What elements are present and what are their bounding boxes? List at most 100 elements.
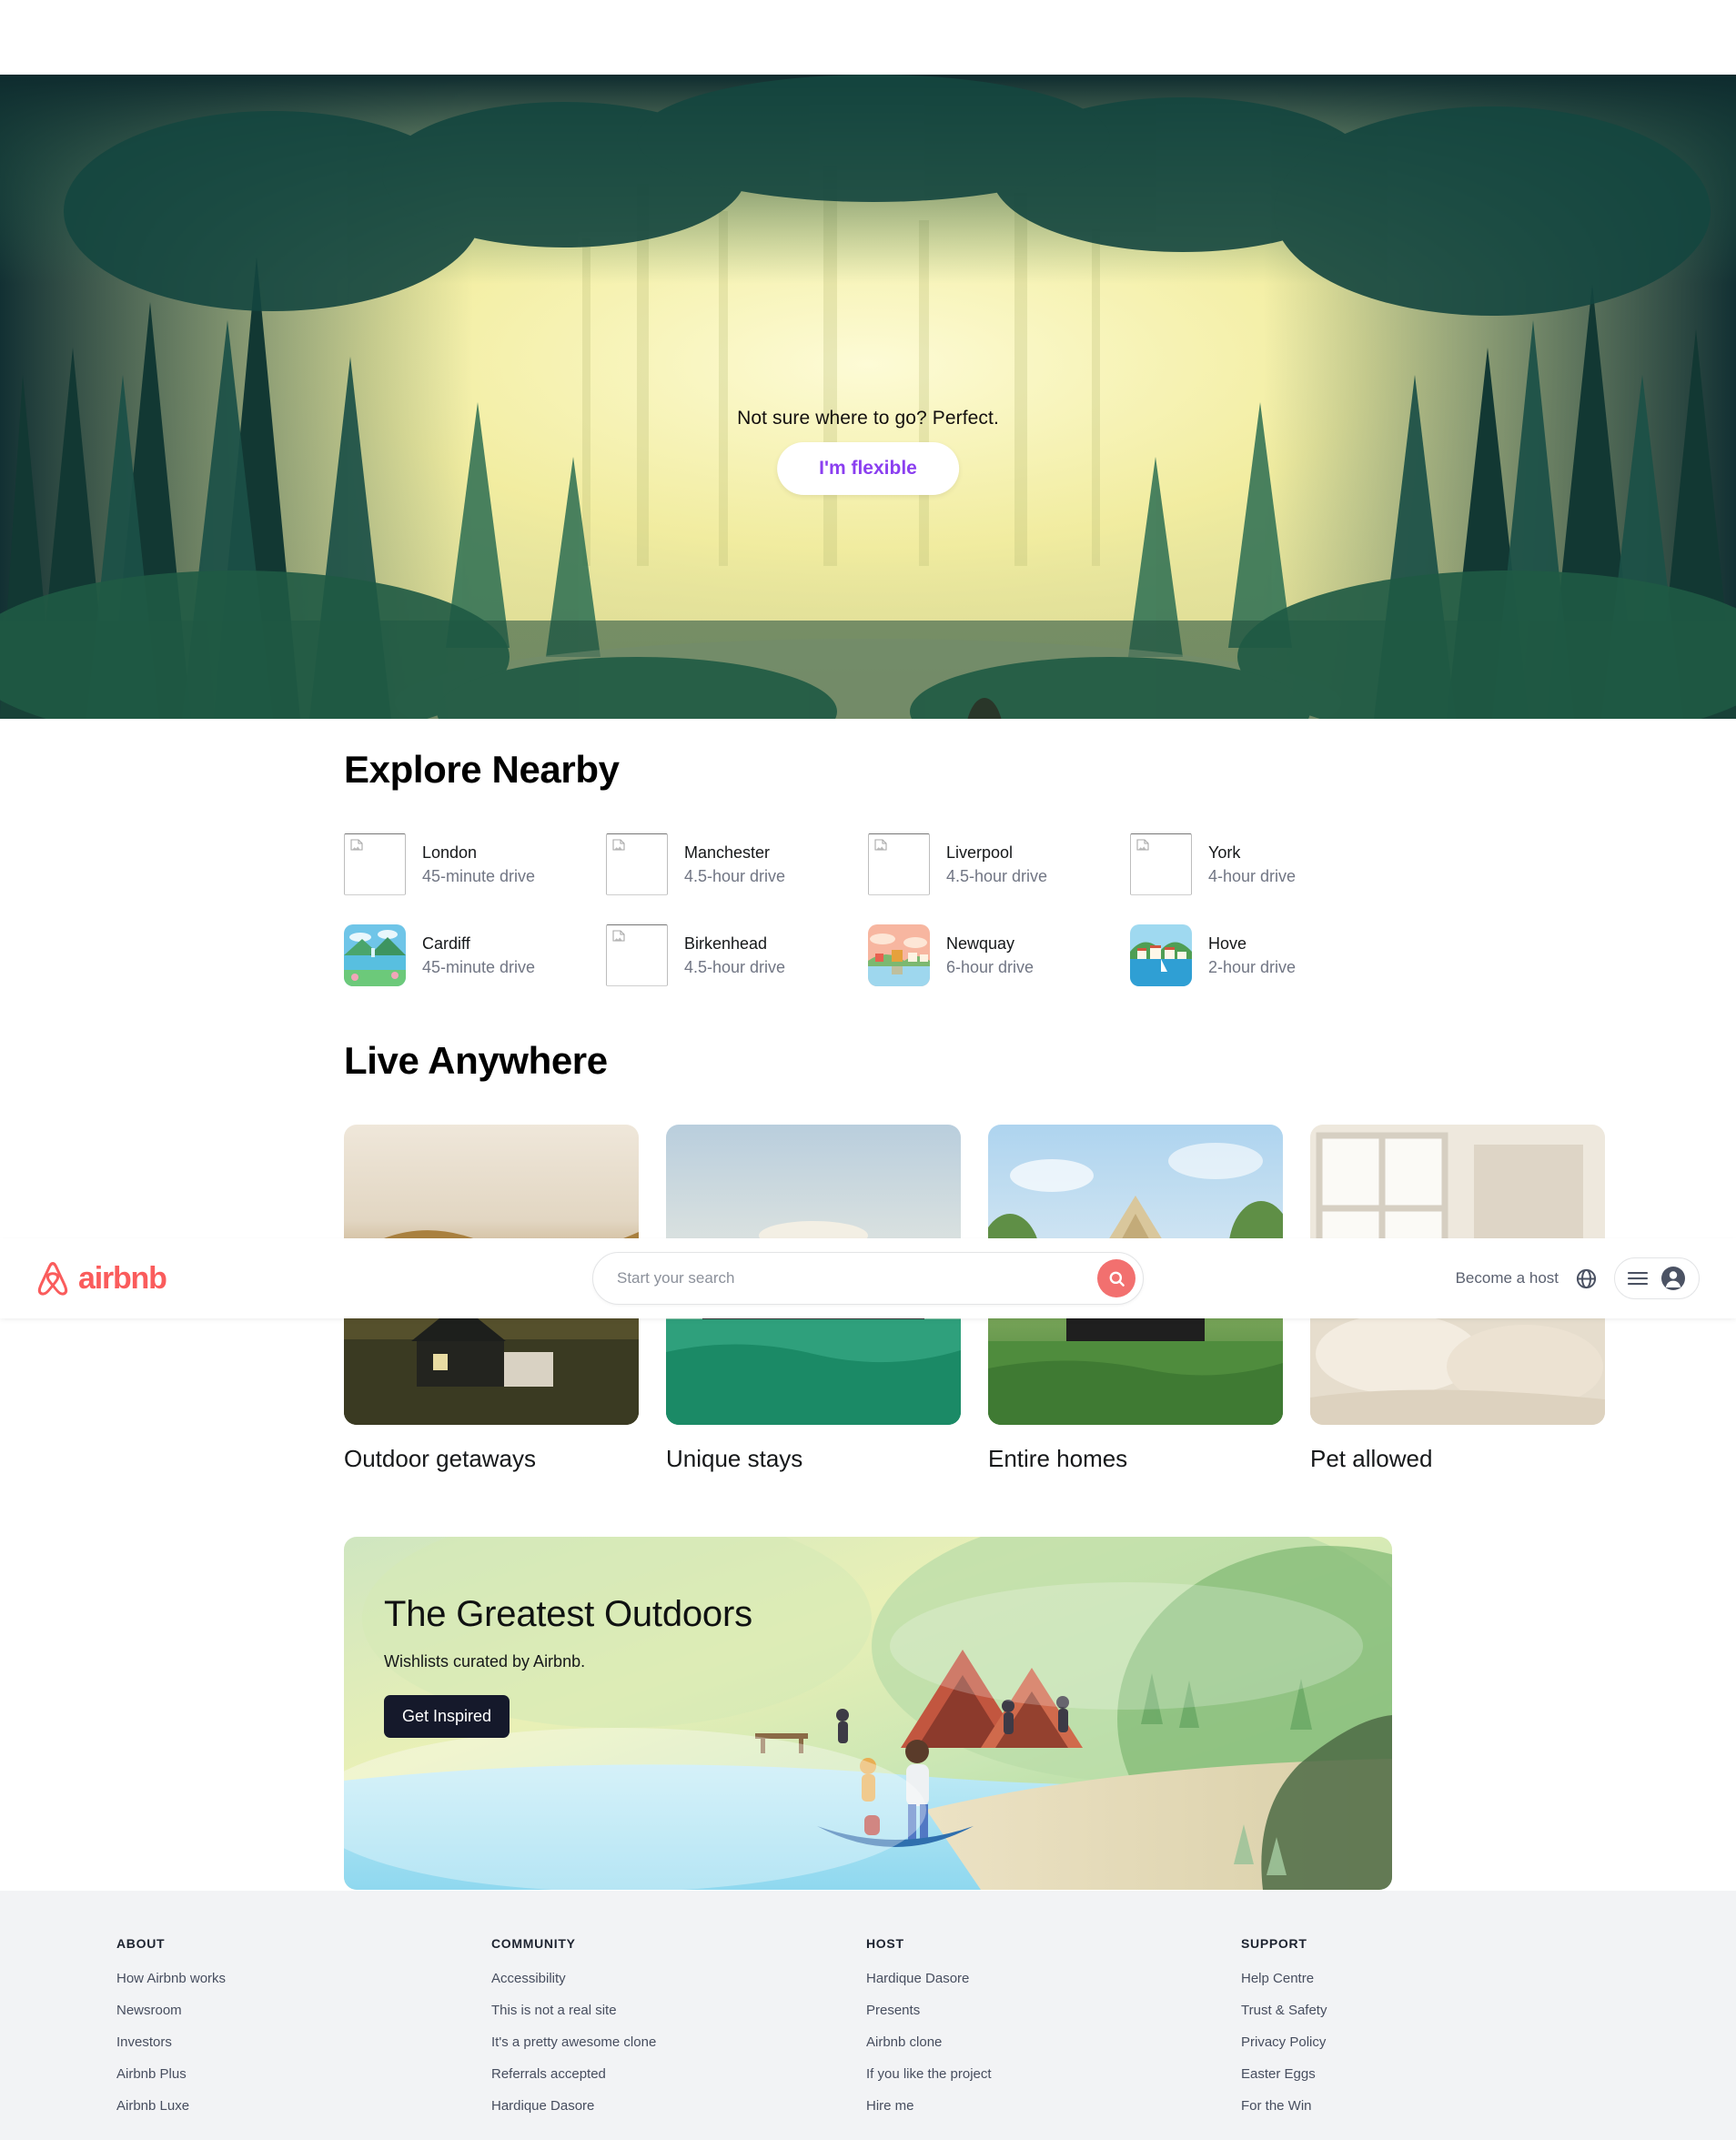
- broken-image-icon: [612, 930, 625, 942]
- category-label: Pet allowed: [1310, 1445, 1433, 1472]
- broken-image-placeholder: [868, 833, 930, 895]
- sunset-village-thumbnail: [868, 924, 930, 986]
- drive-time: 2-hour drive: [1208, 958, 1297, 976]
- explore-card-meta: Liverpool 4.5-hour drive: [946, 841, 1047, 888]
- search-bar[interactable]: [592, 1252, 1144, 1305]
- search-input[interactable]: [617, 1269, 1097, 1287]
- explore-card[interactable]: York 4-hour drive: [1130, 833, 1392, 895]
- promo-section: The Greatest Outdoors Wishlists curated …: [0, 1473, 1736, 1890]
- airbnb-wordmark: airbnb: [78, 1260, 167, 1296]
- drive-time: 4.5-hour drive: [684, 958, 786, 976]
- footer-link[interactable]: Help Centre: [1241, 1971, 1616, 1986]
- explore-card[interactable]: Manchester 4.5-hour drive: [606, 833, 868, 895]
- footer-link[interactable]: Airbnb Luxe: [116, 2098, 491, 2114]
- footer-link[interactable]: Accessibility: [491, 1971, 866, 1986]
- footer-columns: ABOUT How Airbnb works Newsroom Investors Ai…: [116, 1936, 1736, 2130]
- greatest-outdoors-card[interactable]: The Greatest Outdoors Wishlists curated …: [344, 1537, 1392, 1890]
- category-label: Entire homes: [988, 1445, 1128, 1472]
- footer-link[interactable]: How Airbnb works: [116, 1971, 491, 1986]
- explore-card-meta: York 4-hour drive: [1208, 841, 1296, 888]
- live-anywhere-section: Live Anywhere Outdoor getaways Unique sta…: [0, 986, 1736, 1473]
- broken-image-placeholder: [1130, 833, 1192, 895]
- site-header: airbnb Become a host: [0, 1238, 1736, 1318]
- site-footer: ABOUT How Airbnb works Newsroom Investors Ai…: [0, 1891, 1736, 2140]
- footer-link[interactable]: If you like the project: [866, 2066, 1241, 2082]
- footer-link[interactable]: Hire me: [866, 2098, 1241, 2114]
- city-thumbnail: [868, 924, 930, 986]
- explore-card[interactable]: Liverpool 4.5-hour drive: [868, 833, 1130, 895]
- footer-column: ABOUT How Airbnb works Newsroom Investors Ai…: [116, 1936, 491, 2130]
- header-actions: Become a host: [1456, 1257, 1700, 1299]
- globe-icon[interactable]: [1575, 1267, 1598, 1290]
- footer-link[interactable]: Trust & Safety: [1241, 2003, 1616, 2018]
- footer-link[interactable]: Newsroom: [116, 2003, 491, 2018]
- footer-column: HOST Hardique Dasore Presents Airbnb clone I…: [866, 1936, 1241, 2130]
- drive-time: 4.5-hour drive: [946, 867, 1048, 885]
- search-icon: [1109, 1271, 1125, 1287]
- explore-card[interactable]: Cardiff 45-minute drive: [344, 924, 606, 986]
- become-a-host-link[interactable]: Become a host: [1456, 1269, 1559, 1287]
- footer-link[interactable]: Hardique Dasore: [491, 2098, 866, 2114]
- explore-card-meta: Manchester 4.5-hour drive: [684, 841, 785, 888]
- get-inspired-button[interactable]: Get Inspired: [384, 1695, 510, 1739]
- explore-nearby-title: Explore Nearby: [344, 748, 620, 791]
- footer-link[interactable]: Airbnb clone: [866, 2034, 1241, 2050]
- broken-image-placeholder: [344, 833, 406, 895]
- explore-card-meta: Birkenhead 4.5-hour drive: [684, 932, 785, 979]
- footer-link[interactable]: Investors: [116, 2034, 491, 2050]
- footer-link[interactable]: This is not a real site: [491, 2003, 866, 2018]
- footer-link[interactable]: Presents: [866, 2003, 1241, 2018]
- footer-link[interactable]: Hardique Dasore: [866, 1971, 1241, 1986]
- footer-link[interactable]: Easter Eggs: [1241, 2066, 1616, 2082]
- explore-card[interactable]: Newquay 6-hour drive: [868, 924, 1130, 986]
- footer-link[interactable]: It's a pretty awesome clone: [491, 2034, 866, 2050]
- user-avatar-icon: [1661, 1267, 1685, 1290]
- footer-link[interactable]: Airbnb Plus: [116, 2066, 491, 2082]
- city-name: Birkenhead: [684, 934, 768, 953]
- category-label: Outdoor getaways: [344, 1445, 537, 1472]
- city-name: Cardiff: [422, 934, 470, 953]
- footer-link[interactable]: For the Win: [1241, 2098, 1616, 2114]
- promo-body: The Greatest Outdoors Wishlists curated …: [384, 1593, 752, 1739]
- city-name: York: [1208, 843, 1241, 862]
- explore-card[interactable]: Hove 2-hour drive: [1130, 924, 1392, 986]
- footer-heading: SUPPORT: [1241, 1936, 1307, 1951]
- explore-card-meta: Cardiff 45-minute drive: [422, 932, 535, 979]
- hero-forest-illustration: [0, 75, 1736, 719]
- lake-mountains-thumbnail: [344, 924, 406, 986]
- drive-time: 45-minute drive: [422, 958, 536, 976]
- airbnb-belo-icon: [37, 1262, 68, 1296]
- drive-time: 6-hour drive: [946, 958, 1035, 976]
- broken-image-placeholder: [606, 924, 668, 986]
- explore-card[interactable]: London 45-minute drive: [344, 833, 606, 895]
- live-anywhere-title: Live Anywhere: [344, 1039, 608, 1082]
- footer-heading: COMMUNITY: [491, 1936, 576, 1951]
- promo-title: The Greatest Outdoors: [384, 1594, 752, 1634]
- explore-nearby-grid: London 45-minute drive Manchester 4.5-hour …: [344, 833, 1392, 986]
- drive-time: 4-hour drive: [1208, 867, 1297, 885]
- footer-column: SUPPORT Help Centre Trust & Safety Privacy …: [1241, 1936, 1616, 2130]
- explore-card-meta: London 45-minute drive: [422, 841, 535, 888]
- city-name: London: [422, 843, 478, 862]
- im-flexible-button[interactable]: I'm flexible: [777, 442, 959, 495]
- broken-image-icon: [612, 839, 625, 851]
- city-thumbnail: [344, 924, 406, 986]
- city-name: Hove: [1208, 934, 1247, 953]
- footer-link[interactable]: Privacy Policy: [1241, 2034, 1616, 2050]
- hero-tagline: Not sure where to go? Perfect.: [737, 408, 999, 429]
- page-root: Not sure where to go? Perfect. I'm flexi…: [0, 0, 1736, 2140]
- explore-card[interactable]: Birkenhead 4.5-hour drive: [606, 924, 868, 986]
- broken-image-icon: [874, 839, 887, 851]
- promo-subtitle: Wishlists curated by Airbnb.: [384, 1652, 586, 1671]
- footer-link[interactable]: Referrals accepted: [491, 2066, 866, 2082]
- airbnb-logo[interactable]: airbnb: [35, 1259, 167, 1297]
- search-button[interactable]: [1097, 1259, 1135, 1297]
- explore-nearby-section: Explore Nearby London 45-minute drive Manc…: [0, 719, 1736, 986]
- hamburger-icon: [1628, 1272, 1648, 1286]
- explore-card-meta: Newquay 6-hour drive: [946, 932, 1034, 979]
- broken-image-placeholder: [606, 833, 668, 895]
- explore-card-meta: Hove 2-hour drive: [1208, 932, 1296, 979]
- category-label: Unique stays: [666, 1445, 803, 1472]
- footer-heading: ABOUT: [116, 1936, 166, 1951]
- user-menu-pill[interactable]: [1614, 1257, 1700, 1299]
